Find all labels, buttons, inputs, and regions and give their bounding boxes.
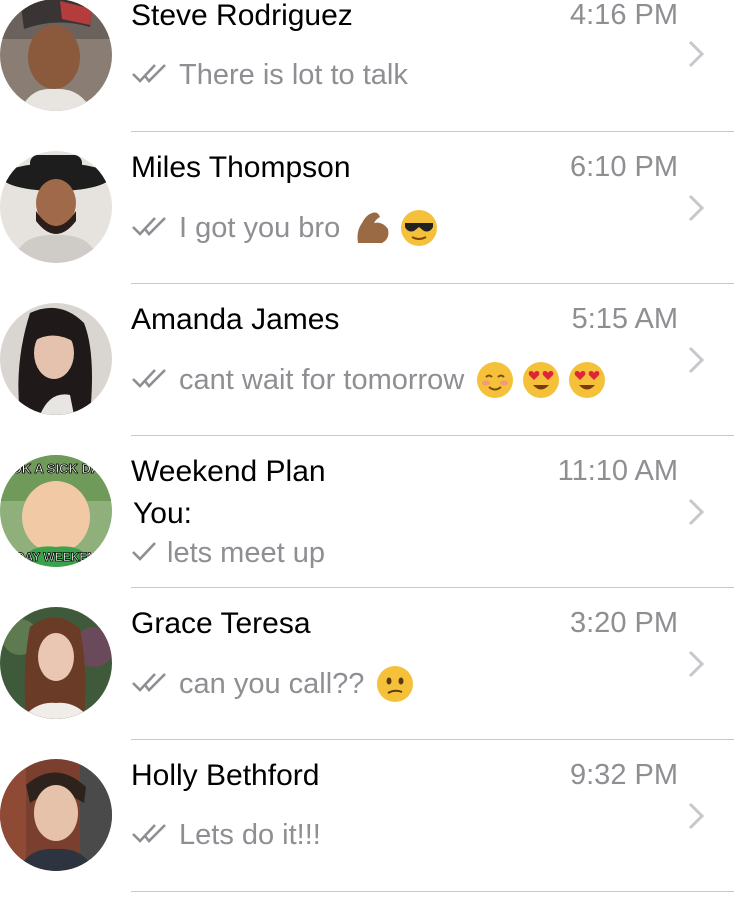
chevron-right-icon [688,346,705,374]
chevron-right-icon [688,194,705,222]
message-time: 3:20 PM [570,607,678,639]
double-check-icon [131,668,171,701]
message-preview: I got you bro [131,209,438,247]
chat-row-steve-rodriguez[interactable]: Steve Rodriguez 4:16 PM There is lot to … [0,0,734,151]
chat-row-grace-teresa[interactable]: Grace Teresa 3:20 PM can you call?? [0,607,734,759]
message-text: lets meet up [167,537,325,569]
chat-row-miles-thompson[interactable]: Miles Thompson 6:10 PM I got you bro [0,151,734,303]
message-preview: Lets do it!!! [131,819,321,852]
chat-row-amanda-james[interactable]: Amanda James 5:15 AM cant wait for tomor… [0,303,734,455]
avatar [0,759,112,871]
message-text: Lets do it!!! [179,819,321,851]
message-time: 9:32 PM [570,759,678,791]
row-separator [131,739,734,740]
avatar [0,607,112,719]
heart-eyes-emoji [568,361,606,399]
row-separator [131,435,734,436]
message-time: 11:10 AM [557,455,678,487]
double-check-icon [131,364,171,397]
message-time: 4:16 PM [570,0,678,31]
message-sender: You: [133,497,192,530]
chevron-right-icon [688,650,705,678]
row-separator [131,587,734,588]
meme-caption-bottom: DAY WEEKEN [16,550,96,564]
avatar: OK A SICK DA DAY WEEKEN [0,455,112,567]
heart-eyes-emoji [522,361,560,399]
message-text: can you call?? [179,667,365,700]
smiling-face-emoji [476,361,514,399]
contact-name: Steve Rodriguez [131,0,353,32]
chat-row-holly-bethford[interactable]: Holly Bethford 9:32 PM Lets do it!!! [0,759,734,911]
message-preview: lets meet up [131,537,325,570]
chevron-right-icon [688,802,705,830]
row-separator [131,283,734,284]
avatar [0,151,112,263]
message-text: There is lot to talk [179,59,408,91]
contact-name: Grace Teresa [131,607,311,640]
contact-name: Amanda James [131,303,340,336]
message-preview: can you call?? [131,665,414,703]
flexed-biceps-emoji [354,209,392,247]
avatar [0,303,112,415]
chevron-right-icon [688,498,705,526]
meme-caption-top: OK A SICK DA [12,461,101,476]
message-text: cant wait for tomorrow [179,363,465,396]
avatar [0,0,112,111]
double-check-icon [131,819,171,852]
chat-row-weekend-plan[interactable]: OK A SICK DA DAY WEEKEN Weekend Plan 11:… [0,455,734,607]
double-check-icon [131,59,171,92]
message-time: 5:15 AM [571,303,678,335]
check-icon [131,537,159,570]
sunglasses-face-emoji [400,209,438,247]
double-check-icon [131,212,171,245]
confused-face-emoji [376,665,414,703]
message-text: I got you bro [179,211,341,244]
row-separator [131,891,734,892]
contact-name: Weekend Plan [131,455,326,488]
message-time: 6:10 PM [570,151,678,183]
row-separator [131,131,734,132]
contact-name: Miles Thompson [131,151,351,184]
chevron-right-icon [688,40,705,68]
contact-name: Holly Bethford [131,759,320,792]
message-preview: cant wait for tomorrow [131,361,606,399]
message-preview: There is lot to talk [131,59,408,92]
chat-list: Steve Rodriguez 4:16 PM There is lot to … [0,0,734,894]
